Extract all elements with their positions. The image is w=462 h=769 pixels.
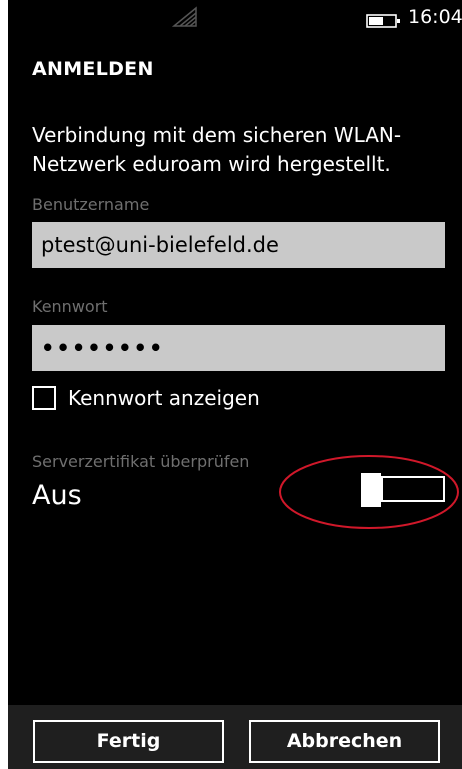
phone-frame: 16:04 ANMELDEN Verbindung mit dem sicher… xyxy=(0,0,462,769)
username-label: Benutzername xyxy=(32,195,150,214)
verify-certificate-state: Aus xyxy=(32,480,82,511)
battery-icon xyxy=(366,14,400,28)
toggle-track xyxy=(381,476,445,502)
username-field[interactable]: ptest@uni-bielefeld.de xyxy=(32,222,445,268)
password-label: Kennwort xyxy=(32,297,108,316)
show-password-checkbox[interactable] xyxy=(32,386,56,410)
connection-info-text: Verbindung mit dem sicheren WLAN-Netzwer… xyxy=(32,123,402,176)
screen: 16:04 ANMELDEN Verbindung mit dem sicher… xyxy=(8,0,462,769)
status-time: 16:04 xyxy=(408,6,462,28)
password-field[interactable]: •••••••• xyxy=(32,325,445,371)
page-title: ANMELDEN xyxy=(32,58,154,80)
show-password-row[interactable]: Kennwort anzeigen xyxy=(32,383,260,413)
status-bar: 16:04 xyxy=(8,0,462,38)
cancel-button[interactable]: Abbrechen xyxy=(249,720,440,763)
verify-certificate-toggle[interactable] xyxy=(361,473,447,507)
app-bar: Fertig Abbrechen xyxy=(8,705,462,769)
wifi-signal-icon xyxy=(172,6,197,27)
done-button[interactable]: Fertig xyxy=(33,720,224,763)
show-password-label: Kennwort anzeigen xyxy=(68,386,260,410)
verify-certificate-label: Serverzertifikat überprüfen xyxy=(32,452,250,471)
toggle-thumb[interactable] xyxy=(361,473,381,507)
